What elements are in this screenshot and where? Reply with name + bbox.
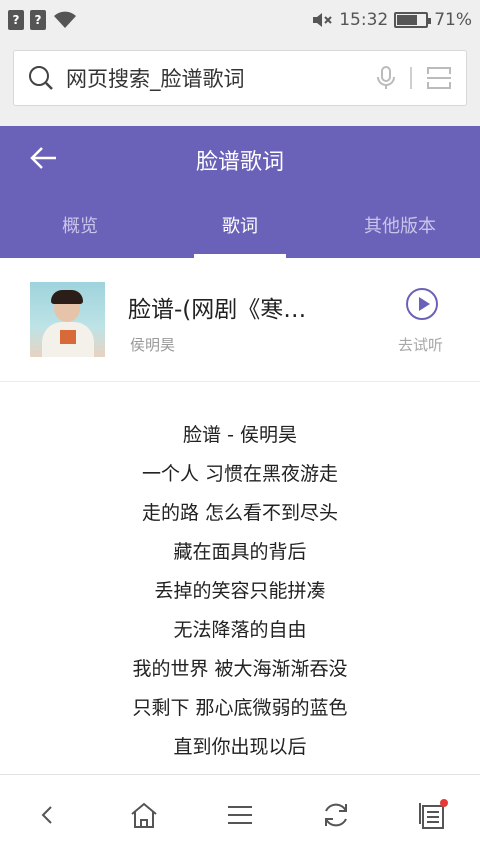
lyric-line: 脸谱 - 侯明昊: [183, 424, 297, 446]
song-card[interactable]: 脸谱-(网剧《寒… 侯明昊 去试听: [0, 258, 480, 382]
mute-icon: [313, 13, 332, 27]
nav-menu-button[interactable]: [216, 791, 264, 839]
bottom-nav: [0, 774, 480, 854]
lyric-line: 丢掉的笑容只能拼凑: [154, 580, 326, 602]
song-artist: 侯明昊: [130, 336, 176, 354]
notification-dot: [440, 798, 448, 807]
battery-icon: [394, 12, 432, 28]
lyric-line: 我的世界 被大海渐渐吞没: [132, 658, 348, 680]
nav-home-button[interactable]: [120, 791, 168, 839]
status-time: 15:32: [339, 10, 389, 30]
search-input[interactable]: 网页搜索_脸谱歌词: [13, 50, 467, 106]
lyric-line: 一个人 习惯在黑夜游走: [141, 463, 339, 485]
song-title: 脸谱-(网剧《寒…: [128, 297, 307, 323]
nav-back-button[interactable]: [24, 791, 72, 839]
page-title: 脸谱歌词: [195, 150, 284, 175]
lyrics-panel: 脸谱 - 侯明昊 一个人 习惯在黑夜游走 走的路 怎么看不到尽头 藏在面具的背后…: [0, 382, 480, 774]
play-circle-icon[interactable]: [406, 288, 438, 320]
battery-fill: [397, 15, 418, 25]
search-area: 网页搜索_脸谱歌词: [0, 40, 480, 126]
sim2-icon: ?: [30, 10, 46, 30]
tab-other-versions[interactable]: 其他版本: [320, 202, 480, 258]
listen-button[interactable]: 去试听: [398, 334, 443, 355]
nav-tabs-button[interactable]: [408, 791, 456, 839]
refresh-icon: [325, 803, 347, 826]
album-cover[interactable]: [30, 282, 105, 357]
search-query[interactable]: 网页搜索_脸谱歌词: [66, 63, 376, 93]
nav-refresh-button[interactable]: [312, 791, 360, 839]
menu-icon: [228, 805, 252, 824]
status-left: ? ?: [8, 10, 78, 30]
tab-lyrics[interactable]: 歌词: [160, 202, 320, 258]
mic-icon[interactable]: [376, 65, 396, 91]
home-icon: [131, 802, 157, 828]
search-icon: [29, 66, 53, 90]
scan-icon[interactable]: [426, 66, 452, 90]
tab-bar: 概览 歌词 其他版本: [0, 202, 480, 258]
chevron-left-icon: [41, 805, 52, 824]
page-header: 脸谱歌词 概览 歌词 其他版本: [0, 126, 480, 258]
lyric-line: 藏在面具的背后: [173, 541, 307, 563]
tab-overview[interactable]: 概览: [0, 202, 160, 258]
status-bar: ? ? 15:32 71%: [0, 0, 480, 40]
sim1-icon: ?: [8, 10, 24, 30]
lyric-line: 无法降落的自由: [173, 619, 307, 641]
search-divider: [410, 67, 412, 89]
lyric-line: 只剩下 那心底微弱的蓝色: [132, 697, 348, 719]
status-right: 15:32 71%: [311, 10, 472, 30]
battery-text: 71%: [434, 10, 472, 30]
lyric-line: 走的路 怎么看不到尽头: [141, 502, 339, 524]
wifi-icon: [54, 11, 76, 28]
lyric-line: 直到你出现以后: [173, 736, 307, 758]
